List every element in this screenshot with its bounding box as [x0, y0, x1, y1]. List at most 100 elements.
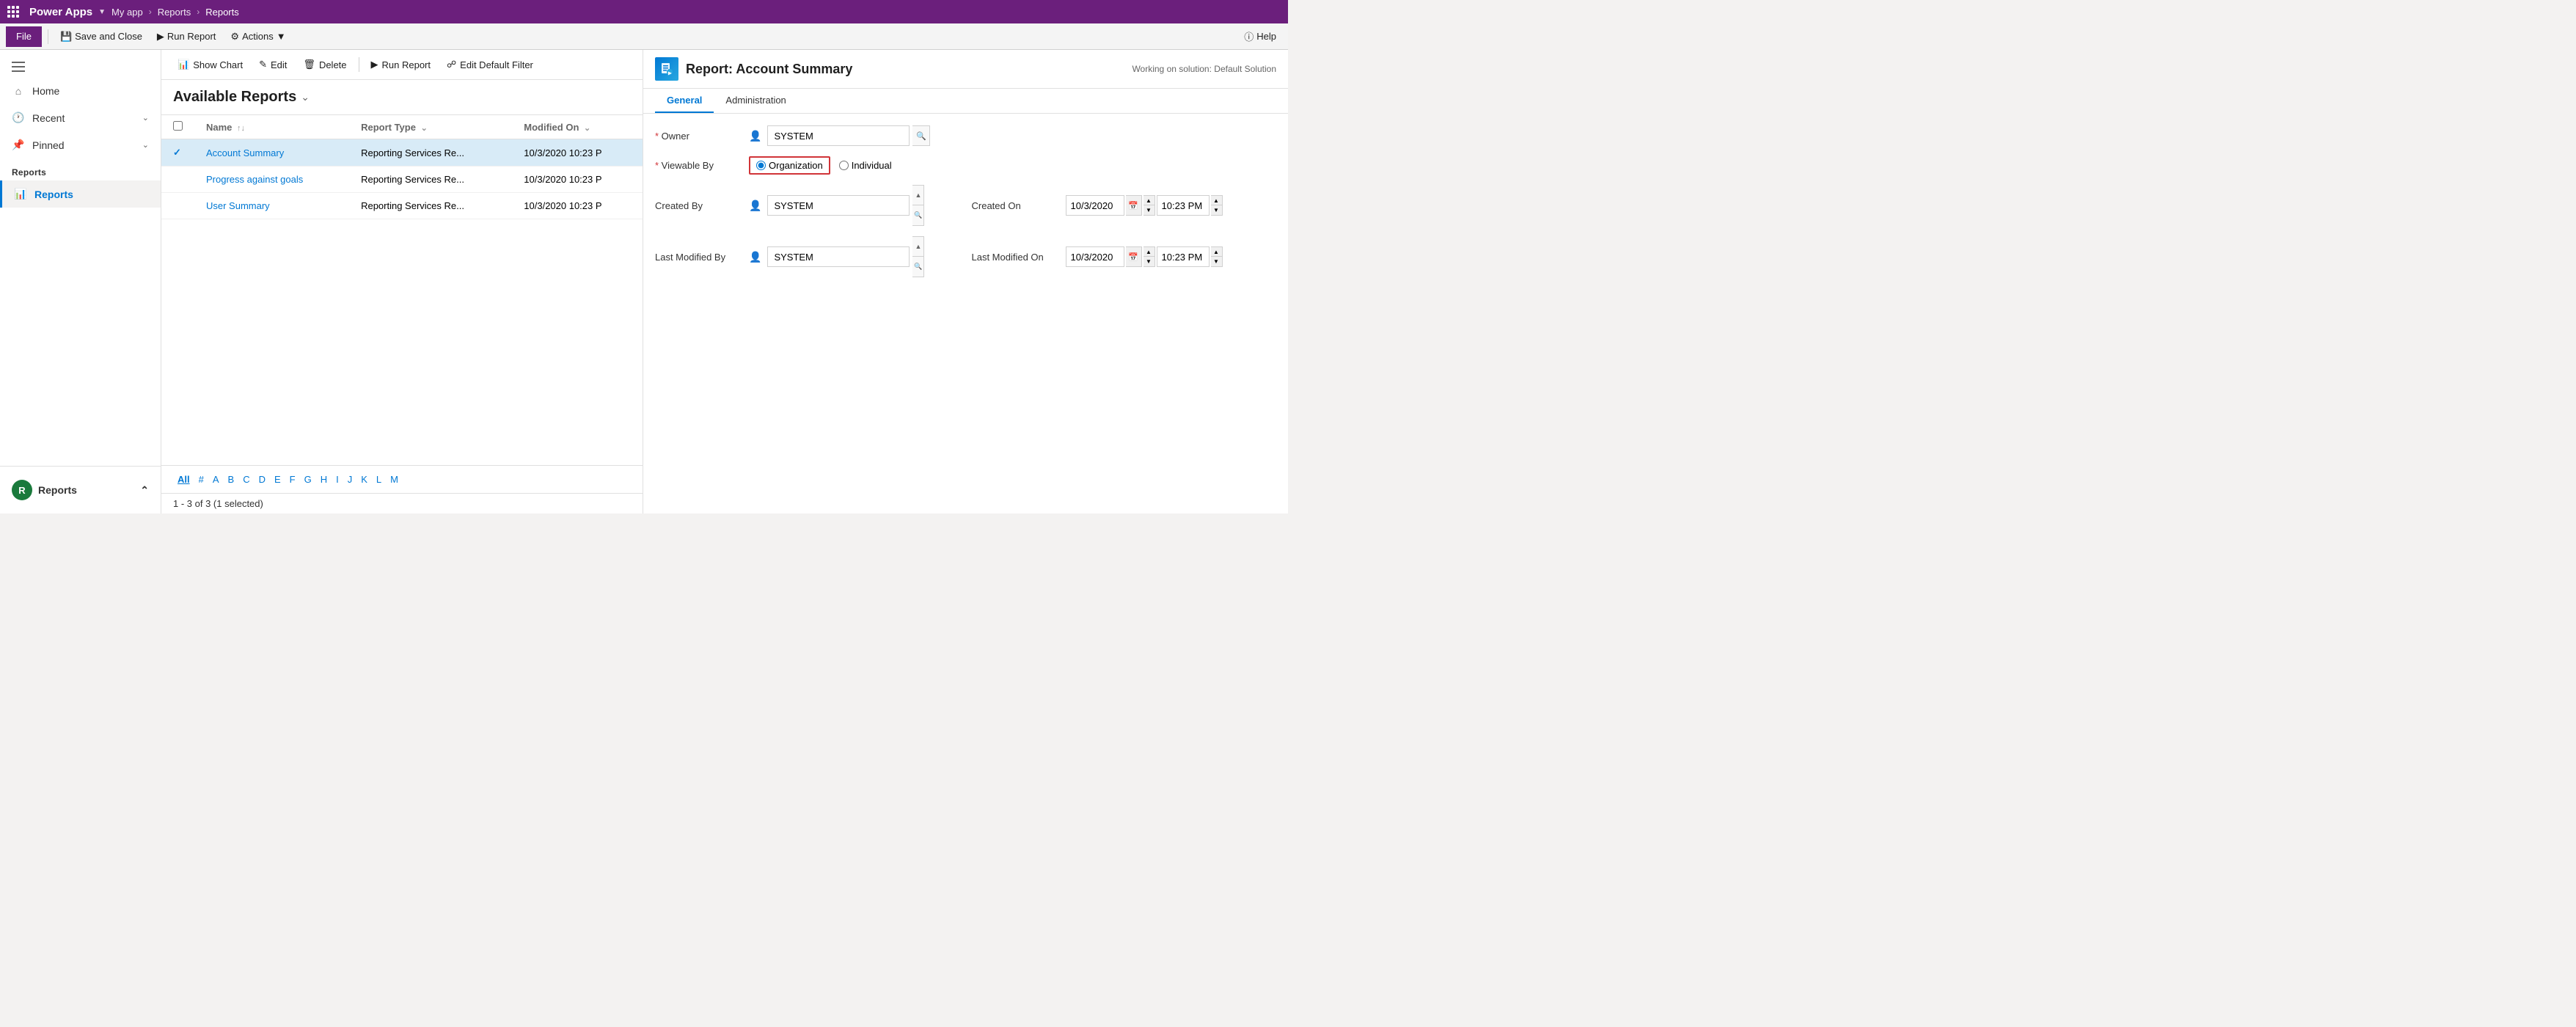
help-icon: ⓘ [1244, 29, 1254, 43]
sidebar-item-recent[interactable]: 🕐 Recent ⌄ [0, 104, 161, 131]
alpha-m[interactable]: M [386, 472, 403, 487]
alpha-d[interactable]: D [255, 472, 270, 487]
col-check[interactable] [161, 115, 194, 139]
row-3-name-link[interactable]: User Summary [206, 200, 270, 211]
alpha-hash[interactable]: # [194, 472, 208, 487]
row-2-name-link[interactable]: Progress against goals [206, 174, 303, 185]
show-chart-button[interactable]: 📊 Show Chart [170, 54, 250, 75]
select-all-checkbox[interactable] [173, 121, 183, 131]
modified-on-sort-icon[interactable]: ⌄ [584, 124, 590, 133]
created-by-lookup-btn[interactable]: 🔍 [912, 205, 924, 226]
app-name[interactable]: Power Apps [29, 6, 92, 18]
last-modified-on-up-caret[interactable]: ▲ [1144, 246, 1155, 257]
sidebar-bottom-reports[interactable]: R Reports ⌃ [0, 472, 161, 508]
waffle-icon[interactable] [6, 4, 21, 19]
owner-input[interactable] [767, 125, 910, 146]
top-nav: Power Apps ▼ My app › Reports › Reports [0, 0, 1288, 23]
last-modified-on-calendar-button[interactable]: 📅 [1126, 246, 1142, 267]
file-button[interactable]: File [6, 26, 42, 47]
sidebar-item-pinned[interactable]: 📌 Pinned ⌄ [0, 131, 161, 158]
help-button[interactable]: ⓘ Help [1238, 26, 1282, 46]
last-modified-on-down-caret[interactable]: ▼ [1144, 257, 1155, 267]
r-badge: R [12, 480, 32, 500]
bottom-chevron-icon: ⌃ [140, 484, 149, 497]
status-text: 1 - 3 of 3 (1 selected) [173, 498, 263, 509]
row-2-check[interactable] [161, 167, 194, 193]
created-on-row: Created On 📅 ▲ ▼ ▲ ▼ [972, 185, 1277, 226]
row-1-check[interactable]: ✓ [161, 139, 194, 167]
edit-button[interactable]: ✎ Edit [252, 54, 294, 75]
alpha-g[interactable]: G [300, 472, 316, 487]
organization-radio[interactable] [756, 161, 766, 170]
row-3-name[interactable]: User Summary [194, 193, 349, 219]
owner-lookup-button[interactable]: 🔍 [912, 125, 930, 146]
last-modified-on-time-up[interactable]: ▲ [1211, 246, 1223, 257]
tab-general[interactable]: General [655, 89, 714, 113]
save-and-close-button[interactable]: 💾 Save and Close [54, 26, 148, 47]
content-area: 📊 Show Chart ✎ Edit 🗑 Delete ▶ Run Repor… [161, 50, 643, 514]
delete-icon: 🗑 [303, 59, 315, 70]
created-on-date-input[interactable] [1066, 195, 1124, 216]
working-on-label: Working on solution: Default Solution [1132, 64, 1276, 74]
created-on-calendar-button[interactable]: 📅 [1126, 195, 1142, 216]
actions-button[interactable]: ⚙ Actions ▼ [224, 26, 291, 47]
created-on-time-caret-group: ▲ ▼ [1211, 195, 1223, 216]
created-on-time-up[interactable]: ▲ [1211, 195, 1223, 205]
main-layout: ⌂ Home 🕐 Recent ⌄ 📌 Pinned ⌄ Reports 📊 R… [0, 50, 1288, 514]
filter-icon: ☍ [447, 59, 456, 70]
col-name[interactable]: Name ↑↓ [194, 115, 349, 139]
alpha-f[interactable]: F [285, 472, 300, 487]
breadcrumb-reports-2[interactable]: Reports [205, 7, 239, 18]
col-report-type[interactable]: Report Type ⌄ [349, 115, 512, 139]
individual-radio-option[interactable]: Individual [839, 160, 892, 171]
sidebar-item-home[interactable]: ⌂ Home [0, 78, 161, 104]
alpha-i[interactable]: I [332, 472, 343, 487]
row-3-check[interactable] [161, 193, 194, 219]
delete-button[interactable]: 🗑 Delete [296, 54, 354, 75]
created-on-time-down[interactable]: ▼ [1211, 205, 1223, 216]
alpha-e[interactable]: E [270, 472, 285, 487]
row-2-name[interactable]: Progress against goals [194, 167, 349, 193]
sidebar-item-reports[interactable]: 📊 Reports [0, 180, 161, 208]
last-modified-by-lookup-btn[interactable]: 🔍 [912, 257, 924, 277]
viewable-by-label: Viewable By [655, 160, 743, 171]
sidebar: ⌂ Home 🕐 Recent ⌄ 📌 Pinned ⌄ Reports 📊 R… [0, 50, 161, 514]
created-on-time-input[interactable] [1157, 195, 1210, 216]
created-on-down-caret[interactable]: ▼ [1144, 205, 1155, 216]
last-modified-on-time-down[interactable]: ▼ [1211, 257, 1223, 267]
recent-icon: 🕐 [12, 112, 25, 124]
individual-radio[interactable] [839, 161, 849, 170]
sidebar-toggle[interactable] [0, 56, 161, 78]
tab-administration[interactable]: Administration [714, 89, 797, 113]
alpha-j[interactable]: J [343, 472, 357, 487]
run-report-toolbar-button[interactable]: ▶ Run Report [151, 26, 222, 47]
last-modified-by-input[interactable] [767, 246, 910, 267]
alpha-k[interactable]: K [356, 472, 372, 487]
alpha-c[interactable]: C [238, 472, 254, 487]
created-on-up-caret[interactable]: ▲ [1144, 195, 1155, 205]
created-by-input[interactable] [767, 195, 910, 216]
report-type-sort-icon[interactable]: ⌄ [421, 124, 428, 133]
alpha-l[interactable]: L [372, 472, 386, 487]
actions-icon: ⚙ [230, 31, 239, 43]
toolbar-row: File 💾 Save and Close ▶ Run Report ⚙ Act… [0, 23, 1288, 50]
breadcrumb-reports-1[interactable]: Reports [158, 7, 191, 18]
name-sort-icons[interactable]: ↑↓ [237, 124, 245, 133]
alpha-b[interactable]: B [224, 472, 239, 487]
row-2-report-type: Reporting Services Re... [349, 167, 512, 193]
last-modified-on-time-input[interactable] [1157, 246, 1210, 267]
organization-radio-option[interactable]: Organization [749, 156, 830, 175]
alpha-a[interactable]: A [208, 472, 224, 487]
row-1-name[interactable]: Account Summary [194, 139, 349, 167]
alpha-all[interactable]: All [173, 472, 194, 487]
edit-default-filter-button[interactable]: ☍ Edit Default Filter [439, 54, 541, 75]
created-by-up-btn[interactable]: ▲ [912, 185, 924, 205]
col-modified-on[interactable]: Modified On ⌄ [512, 115, 643, 139]
last-modified-on-date-input[interactable] [1066, 246, 1124, 267]
row-1-name-link[interactable]: Account Summary [206, 147, 284, 158]
my-app-label[interactable]: My app [111, 7, 143, 18]
alpha-h[interactable]: H [316, 472, 332, 487]
run-report-list-button[interactable]: ▶ Run Report [364, 54, 438, 75]
table-title-caret[interactable]: ⌄ [301, 91, 310, 103]
last-modified-by-up-btn[interactable]: ▲ [912, 236, 924, 257]
